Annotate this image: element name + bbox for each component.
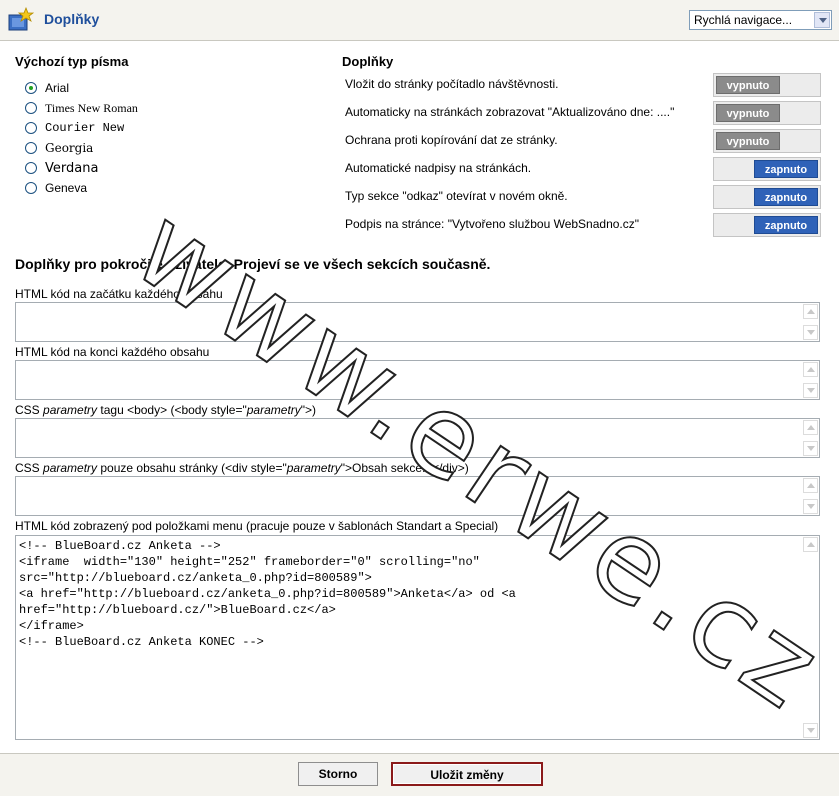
html-end-textarea[interactable] (15, 360, 820, 400)
label-part: pouze obsahu stránky (<div style=" (97, 461, 287, 475)
page-title: Doplňky (44, 11, 100, 27)
addon-toggle[interactable]: zapnuto (713, 213, 821, 237)
css-body-textarea[interactable] (15, 418, 820, 458)
toggle-state[interactable]: zapnuto (754, 160, 818, 178)
scroll-up-icon[interactable] (803, 420, 818, 435)
addon-toggle[interactable]: vypnuto (713, 73, 821, 97)
menu-code-label: HTML kód zobrazený pod položkami menu (p… (15, 519, 499, 533)
toggle-state[interactable]: zapnuto (754, 216, 818, 234)
scroll-down-icon[interactable] (803, 499, 818, 514)
header-bar: Doplňky Rychlá navigace... (0, 0, 839, 41)
radio-icon[interactable] (25, 182, 37, 194)
radio-icon[interactable] (25, 142, 37, 154)
advanced-section-title: Doplňky pro pokročilé uživatele. Projeví… (15, 256, 491, 272)
scrollbar[interactable] (802, 361, 819, 399)
font-option-label: Verdana (45, 161, 99, 176)
css-content-textarea[interactable] (15, 476, 820, 516)
radio-icon[interactable] (25, 162, 37, 174)
addon-label: Ochrana proti kopírování dat ze stránky. (345, 133, 558, 147)
toggle-state[interactable]: vypnuto (716, 132, 780, 150)
addon-toggle[interactable]: vypnuto (713, 129, 821, 153)
scroll-up-icon[interactable] (803, 304, 818, 319)
label-part: ">Obsah sekce...</div>) (340, 461, 469, 475)
addon-label: Automatické nadpisy na stránkách. (345, 161, 532, 175)
font-section-title: Výchozí typ písma (15, 54, 129, 69)
scroll-up-icon[interactable] (803, 537, 818, 552)
scrollbar[interactable] (802, 303, 819, 341)
css-body-label: CSS parametry tagu <body> (<body style="… (15, 403, 316, 417)
toggle-state[interactable]: vypnuto (716, 76, 780, 94)
scroll-down-icon[interactable] (803, 441, 818, 456)
label-part: CSS (15, 403, 44, 417)
scrollbar[interactable] (802, 536, 819, 739)
radio-icon[interactable] (25, 102, 37, 114)
addon-signature: Podpis na stránce: "Vytvořeno službou We… (342, 213, 822, 237)
label-part-italic: parametry (43, 403, 98, 417)
addon-updated-date: Automaticky na stránkách zobrazovat "Akt… (342, 101, 822, 125)
label-part-italic: parametry (43, 461, 98, 475)
addon-label: Typ sekce "odkaz" otevírat v novém okně. (345, 189, 568, 203)
quick-navigation-value: Rychlá navigace... (694, 13, 793, 27)
scroll-down-icon[interactable] (803, 383, 818, 398)
font-option-label: Georgia (45, 141, 94, 155)
label-part-italic: parametry (286, 461, 341, 475)
addon-copy-protection: Ochrana proti kopírování dat ze stránky.… (342, 129, 822, 153)
addon-label: Automaticky na stránkách zobrazovat "Akt… (345, 105, 675, 119)
radio-icon[interactable] (25, 122, 37, 134)
label-part-italic: parametry (246, 403, 301, 417)
addons-section-title: Doplňky (342, 54, 394, 69)
chevron-down-icon[interactable] (814, 12, 830, 28)
html-start-textarea[interactable] (15, 302, 820, 342)
font-option-label: Courier New (45, 121, 125, 135)
addon-link-new-window: Typ sekce "odkaz" otevírat v novém okně.… (342, 185, 822, 209)
puzzle-star-icon (8, 7, 34, 31)
addon-toggle[interactable]: vypnuto (713, 101, 821, 125)
scroll-up-icon[interactable] (803, 478, 818, 493)
font-option-label: Geneva (45, 181, 88, 195)
css-content-label: CSS parametry pouze obsahu stránky (<div… (15, 461, 469, 475)
save-button[interactable]: Uložit změny (391, 762, 543, 786)
font-option-label: Arial (45, 81, 70, 95)
html-end-label: HTML kód na konci každého obsahu (15, 345, 210, 359)
radio-checked-icon[interactable] (25, 82, 37, 94)
scroll-down-icon[interactable] (803, 723, 818, 738)
menu-code-content[interactable]: <!-- BlueBoard.cz Anketa --> <iframe wid… (16, 536, 819, 652)
quick-navigation-select[interactable]: Rychlá navigace... (689, 10, 832, 30)
scroll-down-icon[interactable] (803, 325, 818, 340)
addon-toggle[interactable]: zapnuto (713, 157, 821, 181)
scroll-up-icon[interactable] (803, 362, 818, 377)
addon-toggle[interactable]: zapnuto (713, 185, 821, 209)
addon-visit-counter: Vložit do stránky počítadlo návštěvnosti… (342, 73, 822, 97)
font-option-label: Times New Roman (45, 101, 138, 115)
scrollbar[interactable] (802, 419, 819, 457)
scrollbar[interactable] (802, 477, 819, 515)
addon-auto-headings: Automatické nadpisy na stránkách. zapnut… (342, 157, 822, 181)
toggle-state[interactable]: zapnuto (754, 188, 818, 206)
addon-label: Podpis na stránce: "Vytvořeno službou We… (345, 217, 640, 231)
label-part: ">) (300, 403, 317, 417)
menu-code-textarea[interactable]: <!-- BlueBoard.cz Anketa --> <iframe wid… (15, 535, 820, 740)
cancel-button[interactable]: Storno (298, 762, 378, 786)
html-start-label: HTML kód na začátku každého obsahu (15, 287, 223, 301)
toggle-state[interactable]: vypnuto (716, 104, 780, 122)
label-part: tagu <body> (<body style=" (97, 403, 247, 417)
label-part: CSS (15, 461, 44, 475)
addon-label: Vložit do stránky počítadlo návštěvnosti… (345, 77, 559, 91)
